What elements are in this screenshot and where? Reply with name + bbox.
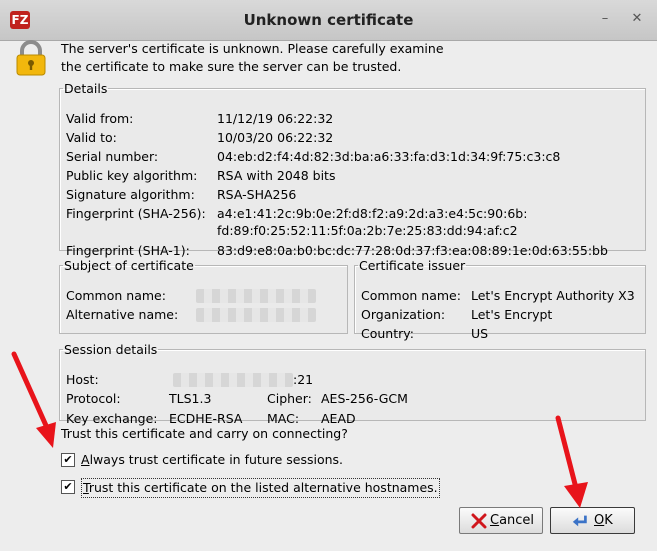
kex-value: ECDHE-RSA <box>169 411 243 426</box>
always-trust-mnemonic: A <box>81 452 90 467</box>
annotation-arrow-left <box>11 351 56 448</box>
mac-label: MAC: <box>267 411 300 426</box>
protocol-label: Protocol: <box>66 391 121 406</box>
ok-mnemonic: O <box>594 513 605 528</box>
fp256-label: Fingerprint (SHA-256): <box>66 206 206 221</box>
pubkey-label: Public key algorithm: <box>66 168 198 183</box>
always-trust-checkbox[interactable]: ✔ <box>61 453 75 467</box>
alt-hostnames-label[interactable]: Trust this certificate on the listed alt… <box>81 478 440 498</box>
subject-alt-name-label: Alternative name: <box>66 307 179 322</box>
cancel-icon <box>471 513 487 529</box>
cancel-label: Cancel <box>490 513 534 528</box>
ok-button[interactable]: OK <box>550 507 635 534</box>
details-group: Details Valid from: 11/12/19 06:22:32 Va… <box>59 81 646 258</box>
subject-common-name-label: Common name: <box>66 288 166 303</box>
redacted-alt-name <box>196 308 316 322</box>
intro-text: The server's certificate is unknown. Ple… <box>61 40 621 76</box>
cancel-mnemonic: C <box>490 513 500 528</box>
issuer-legend: Certificate issuer <box>359 258 466 273</box>
trust-prompt: Trust this certificate and carry on conn… <box>61 426 348 441</box>
issuer-org-value: Let's Encrypt <box>471 307 553 322</box>
cipher-label: Cipher: <box>267 391 312 406</box>
subject-group: Subject of certificate Common name: Alte… <box>59 258 348 334</box>
fp1-label: Fingerprint (SHA-1): <box>66 243 190 258</box>
valid-from-value: 11/12/19 06:22:32 <box>217 111 334 126</box>
host-port: :21 <box>293 372 314 387</box>
sigalg-label: Signature algorithm: <box>66 187 195 202</box>
always-trust-text: lways trust certificate in future sessio… <box>89 452 343 467</box>
cancel-text: ancel <box>499 513 535 528</box>
issuer-country-value: US <box>471 326 489 341</box>
valid-to-label: Valid to: <box>66 130 117 145</box>
redacted-common-name <box>196 289 316 303</box>
ok-label: OK <box>594 513 613 528</box>
cancel-button[interactable]: Cancel <box>459 507 543 534</box>
subject-legend: Subject of certificate <box>64 258 194 273</box>
issuer-country-label: Country: <box>361 326 414 341</box>
window-title: Unknown certificate <box>243 11 414 29</box>
fp1-value: 83:d9:e8:0a:b0:bc:dc:77:28:0d:37:f3:ea:0… <box>217 243 608 258</box>
pubkey-value: RSA with 2048 bits <box>217 168 336 183</box>
session-legend: Session details <box>64 342 158 357</box>
minimize-button[interactable]: – <box>598 12 612 26</box>
issuer-group: Certificate issuer Common name: Let's En… <box>354 258 646 341</box>
alt-hostnames-checkbox[interactable]: ✔ <box>61 480 75 494</box>
sigalg-value: RSA-SHA256 <box>217 187 297 202</box>
issuer-common-name-value: Let's Encrypt Authority X3 <box>471 288 635 303</box>
cipher-value: AES-256-GCM <box>321 391 408 406</box>
session-group: Session details Host: :21 Protocol: TLS1… <box>59 342 646 426</box>
intro-line-1: The server's certificate is unknown. Ple… <box>61 41 444 56</box>
enter-arrow-icon <box>572 515 587 527</box>
issuer-common-name-label: Common name: <box>361 288 461 303</box>
close-button[interactable]: ✕ <box>630 12 644 26</box>
redacted-host <box>173 373 293 387</box>
mac-value: AEAD <box>321 411 356 426</box>
title-bar: FZ Unknown certificate – ✕ <box>0 0 657 41</box>
valid-to-value: 10/03/20 06:22:32 <box>217 130 334 145</box>
lock-icon <box>16 40 46 76</box>
annotation-arrow-right <box>555 415 588 508</box>
host-label: Host: <box>66 372 99 387</box>
serial-value: 04:eb:d2:f4:4d:82:3d:ba:a6:33:fa:d3:1d:3… <box>217 149 561 164</box>
intro-line-2: the certificate to make sure the server … <box>61 59 402 74</box>
kex-label: Key exchange: <box>66 411 158 426</box>
fp256-value-line2: fd:89:f0:25:52:11:5f:0a:2b:7e:25:83:dd:9… <box>217 223 518 238</box>
valid-from-label: Valid from: <box>66 111 134 126</box>
fp256-value-line1: a4:e1:41:2c:9b:0e:2f:d8:f2:a9:2d:a3:e4:5… <box>217 206 528 221</box>
details-legend: Details <box>64 81 108 96</box>
always-trust-label[interactable]: Always trust certificate in future sessi… <box>81 451 343 469</box>
issuer-org-label: Organization: <box>361 307 446 322</box>
protocol-value: TLS1.3 <box>169 391 212 406</box>
ok-text: K <box>604 513 613 528</box>
certificate-dialog: FZ Unknown certificate – ✕ The server's … <box>0 0 657 551</box>
alt-hostnames-text: rust this certificate on the listed alte… <box>88 480 438 495</box>
serial-label: Serial number: <box>66 149 159 164</box>
